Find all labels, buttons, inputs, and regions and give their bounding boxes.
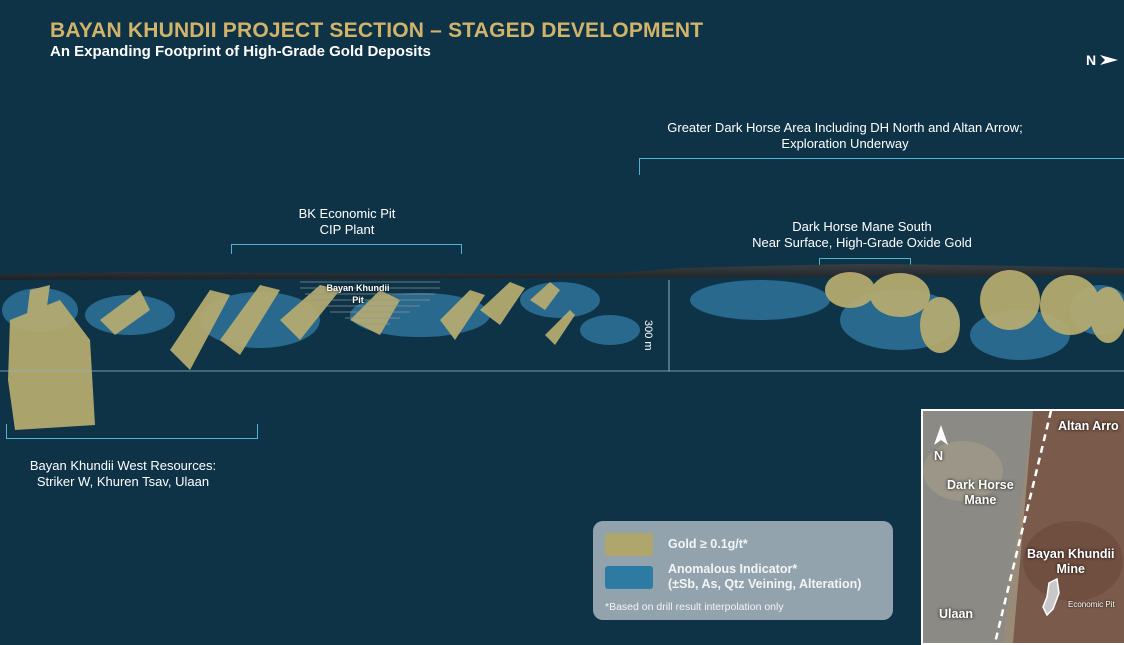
bk-west-line2: Striker W, Khuren Tsav, Ulaan	[36, 474, 210, 489]
bk-west-line1: Bayan Khundii West Resources:	[29, 458, 217, 473]
bayan-khundii-mine-label: Bayan Khundii Mine	[1027, 547, 1115, 577]
economic-pit-label: Economic Pit	[1068, 600, 1115, 609]
ulaan-label: Ulaan	[939, 607, 974, 621]
bk-pit-name-line1: Bayan Khundii	[326, 283, 390, 293]
dark-horse-mane-south-label: Dark Horse Mane South Near Surface, High…	[732, 219, 992, 251]
bk-pit-line1: BK Economic Pit	[298, 206, 396, 221]
inset-north-arrow-icon	[934, 425, 948, 445]
bkm-line2: Mine	[1056, 562, 1085, 576]
dhms-line2: Near Surface, High-Grade Oxide Gold	[752, 235, 972, 250]
anomalous-swatch	[605, 566, 653, 589]
bkm-line1: Bayan Khundii	[1027, 547, 1115, 561]
bk-west-label: Bayan Khundii West Resources: Striker W,…	[8, 458, 238, 490]
bk-west-bracket	[6, 424, 258, 439]
bk-pit-name-line2: Pit	[352, 295, 364, 305]
greater-dark-horse-label: Greater Dark Horse Area Including DH Nor…	[640, 120, 1050, 152]
anomalous-line1: Anomalous Indicator*	[668, 562, 798, 576]
bk-pit-label: BK Economic Pit CIP Plant	[232, 206, 462, 238]
dhm-line2: Mane	[964, 493, 997, 507]
dhm-line1: Dark Horse	[947, 478, 1014, 492]
greater-dark-horse-line2: Exploration Underway	[781, 136, 909, 151]
dark-horse-mane-label: Dark Horse Mane	[947, 478, 1014, 508]
bk-pit-bracket	[231, 244, 462, 254]
dhms-line1: Dark Horse Mane South	[792, 219, 932, 234]
north-indicator: N	[1086, 52, 1120, 68]
bayan-khundii-pit-label: Bayan Khundii Pit	[320, 282, 396, 306]
page-subtitle: An Expanding Footprint of High-Grade Gol…	[50, 43, 431, 60]
anomalous-legend-label: Anomalous Indicator* (±Sb, As, Qtz Veini…	[668, 562, 861, 592]
page-title: BAYAN KHUNDII PROJECT SECTION – STAGED D…	[50, 19, 704, 42]
scale-bar-label: 300 m	[642, 320, 654, 351]
gold-legend-label: Gold ≥ 0.1g/t*	[668, 537, 748, 551]
inset-north-label: N	[934, 449, 944, 463]
altan-arrow-label: Altan Arro	[1058, 419, 1119, 433]
terrain-surface	[0, 264, 1124, 280]
gold-swatch	[605, 533, 653, 556]
legend: Gold ≥ 0.1g/t* Anomalous Indicator* (±Sb…	[593, 521, 893, 620]
north-label: N	[1086, 52, 1097, 68]
greater-dark-horse-bracket	[639, 158, 1124, 175]
inset-map: N Altan Arro Dark Horse Mane Bayan Khund…	[921, 409, 1124, 645]
greater-dark-horse-line1: Greater Dark Horse Area Including DH Nor…	[667, 120, 1023, 135]
north-arrow-icon	[1100, 55, 1119, 65]
anomalous-line2: (±Sb, As, Qtz Veining, Alteration)	[668, 577, 862, 591]
bk-pit-line2: CIP Plant	[319, 222, 375, 237]
legend-note: *Based on drill result interpolation onl…	[605, 601, 784, 613]
